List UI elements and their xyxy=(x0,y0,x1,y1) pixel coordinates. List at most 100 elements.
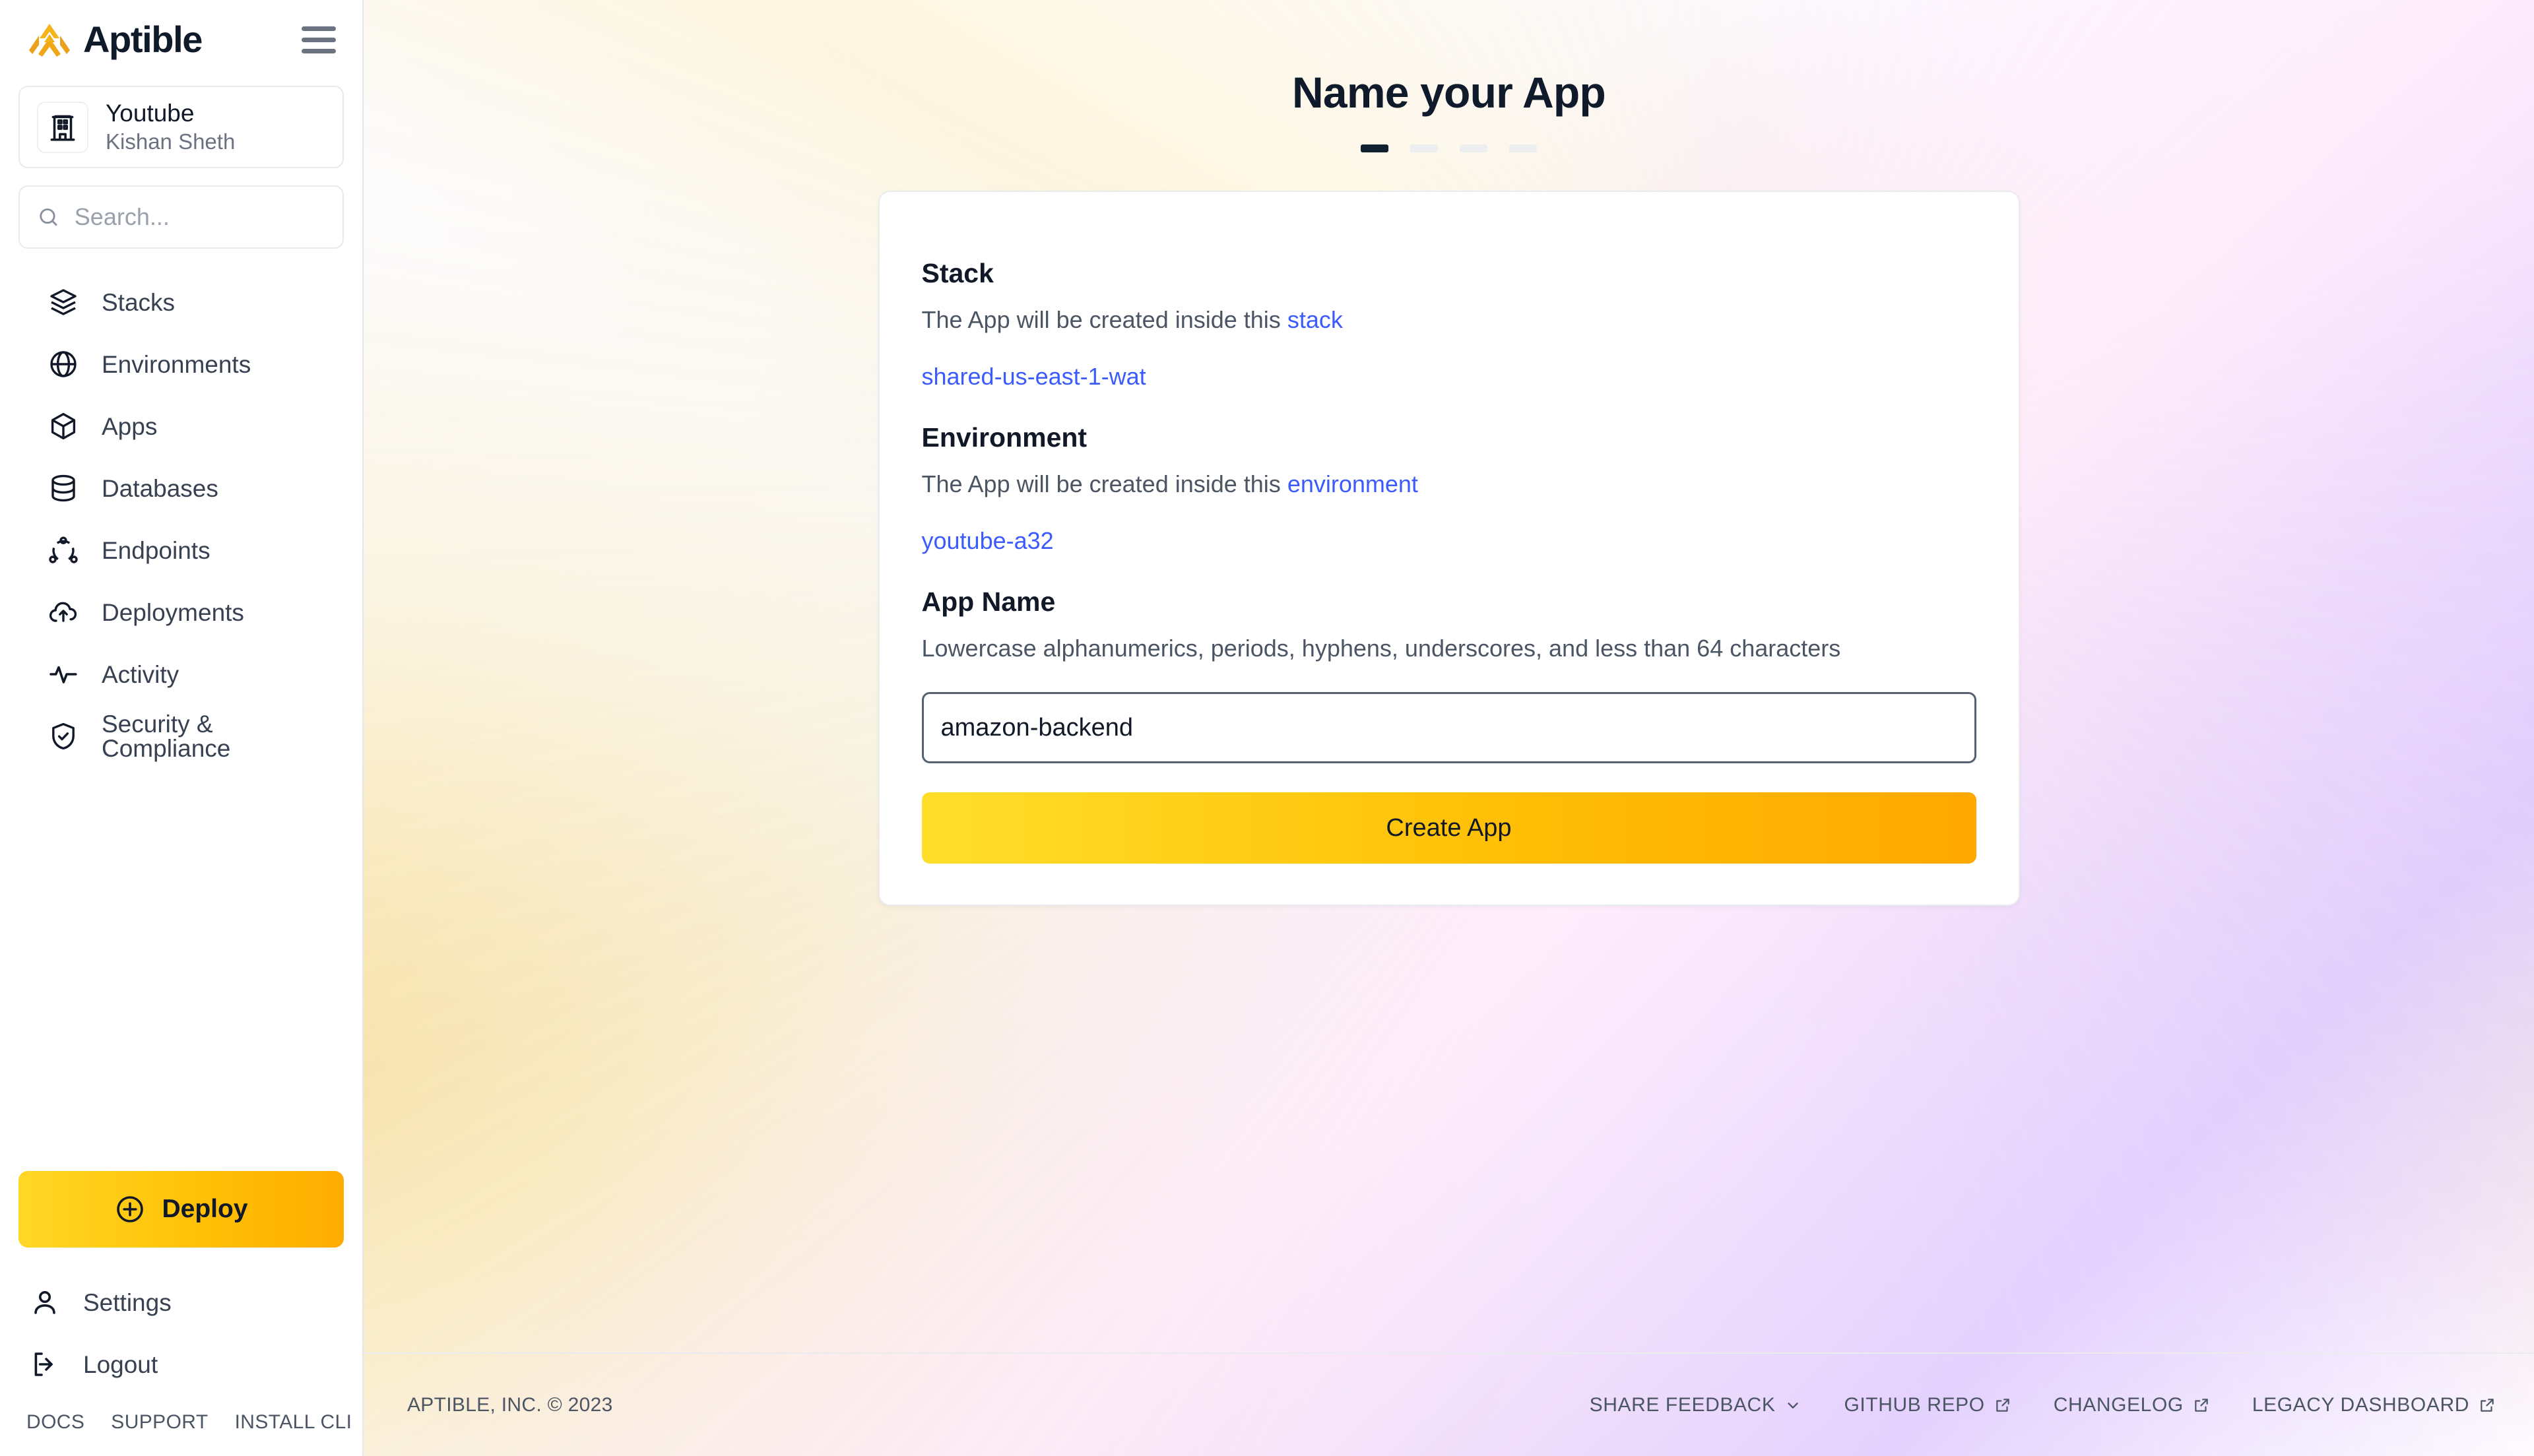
stack-heading: Stack xyxy=(921,257,994,288)
plus-circle-icon xyxy=(117,1196,144,1222)
environment-section: Environment The App will be created insi… xyxy=(922,422,1976,555)
org-user: Kishan Sheth xyxy=(106,129,236,154)
sidebar-nav: Stacks Environments Apps Databases Endpo… xyxy=(18,271,344,767)
stack-section: Stack The App will be created inside thi… xyxy=(922,258,1976,391)
layers-icon xyxy=(45,284,82,321)
docs-link[interactable]: DOCS xyxy=(26,1411,84,1434)
sidebar-item-label: Security & Compliance xyxy=(102,711,231,762)
search-box[interactable] xyxy=(18,185,344,249)
support-link[interactable]: SUPPORT xyxy=(111,1411,208,1434)
footer: APTIBLE, INC. © 2023 SHARE FEEDBACK GITH… xyxy=(364,1352,2534,1456)
sidebar-item-label: Environments xyxy=(102,350,251,378)
environment-heading: Environment xyxy=(921,422,1088,453)
org-selector[interactable]: Youtube Kishan Sheth xyxy=(18,86,344,168)
wizard-step-4 xyxy=(1509,144,1537,152)
hamburger-bar xyxy=(302,26,336,31)
sidebar-item-apps[interactable]: Apps xyxy=(18,395,344,457)
sidebar-bottom-links: Settings Logout xyxy=(18,1271,344,1395)
aptible-chevron-logo-icon xyxy=(29,24,70,57)
building-icon xyxy=(37,101,88,153)
sidebar-top: Aptible Youtube Kishan Sheth Search... S… xyxy=(0,0,362,767)
main-content: Name your App Stack The App will be crea… xyxy=(364,0,2534,1352)
app-root: Aptible Youtube Kishan Sheth Search... S… xyxy=(0,0,2534,1456)
install-cli-link[interactable]: INSTALL CLI xyxy=(235,1411,352,1434)
org-text: Youtube Kishan Sheth xyxy=(106,99,236,154)
copyright-text: APTIBLE, INC. © 2023 xyxy=(407,1393,613,1416)
create-app-card: Stack The App will be created inside thi… xyxy=(878,190,2020,906)
sidebar-item-label: Deployments xyxy=(102,598,244,626)
page-title: Name your App xyxy=(1292,68,1606,117)
main-area: Name your App Stack The App will be crea… xyxy=(364,0,2534,1456)
sidebar-item-label: Logout xyxy=(83,1350,158,1378)
globe-icon xyxy=(45,346,82,383)
changelog-label: CHANGELOG xyxy=(2053,1393,2184,1416)
app-name-hint: Lowercase alphanumerics, periods, hyphen… xyxy=(921,635,1841,662)
stack-value-link[interactable]: shared-us-east-1-wat xyxy=(922,362,1146,391)
user-icon xyxy=(26,1284,63,1321)
github-repo-label: GITHUB REPO xyxy=(1844,1393,1985,1416)
hamburger-icon[interactable] xyxy=(302,24,340,55)
sidebar-item-label: Apps xyxy=(102,412,158,440)
sidebar-header: Aptible xyxy=(18,0,344,79)
cube-icon xyxy=(45,408,82,445)
deploy-button[interactable]: Deploy xyxy=(18,1171,344,1248)
create-app-button[interactable]: Create App xyxy=(921,792,1976,864)
wizard-step-2 xyxy=(1410,144,1438,152)
search-icon xyxy=(40,208,57,226)
hamburger-bar xyxy=(302,37,336,42)
cloud-upload-icon xyxy=(45,594,82,631)
endpoints-icon xyxy=(45,532,82,569)
external-link-icon xyxy=(2481,1398,2494,1412)
sidebar-item-activity[interactable]: Activity xyxy=(18,643,344,705)
legacy-dashboard-link[interactable]: LEGACY DASHBOARD xyxy=(2252,1394,2496,1416)
footer-links: SHARE FEEDBACK GITHUB REPO CHANGELOG LEG… xyxy=(1590,1394,2496,1416)
wizard-progress xyxy=(1361,144,1537,152)
sidebar-item-label: Stacks xyxy=(102,288,176,316)
environment-doc-link[interactable]: environment xyxy=(1287,470,1418,497)
sidebar-item-stacks[interactable]: Stacks xyxy=(18,271,344,333)
share-feedback-label: SHARE FEEDBACK xyxy=(1589,1393,1776,1416)
stack-description-text: The App will be created inside this xyxy=(921,305,1287,333)
deploy-button-label: Deploy xyxy=(162,1195,248,1223)
environment-description: The App will be created inside this envi… xyxy=(922,469,1976,499)
brand[interactable]: Aptible xyxy=(25,18,203,60)
hamburger-bar xyxy=(302,48,336,53)
sidebar-item-endpoints[interactable]: Endpoints xyxy=(18,519,344,581)
environment-description-text: The App will be created inside this xyxy=(921,470,1287,498)
brand-wordmark: Aptible xyxy=(83,18,203,60)
sidebar-item-deployments[interactable]: Deployments xyxy=(18,581,344,643)
database-icon xyxy=(45,470,82,507)
search-input[interactable] xyxy=(74,203,325,231)
activity-pulse-icon xyxy=(45,656,82,693)
shield-check-icon xyxy=(45,718,82,755)
sidebar-mini-links: DOCS SUPPORT INSTALL CLI xyxy=(18,1411,352,1434)
share-feedback-link[interactable]: SHARE FEEDBACK xyxy=(1590,1394,1802,1416)
sidebar-item-label: Activity xyxy=(102,660,179,688)
logout-arrow-icon xyxy=(26,1346,63,1383)
sidebar-bottom: Deploy Settings Logout DOCS SUPPORT INST… xyxy=(0,1171,362,1456)
wizard-step-1 xyxy=(1361,144,1388,152)
stack-description: The App will be created inside this stac… xyxy=(922,305,1976,334)
environment-value-link[interactable]: youtube-a32 xyxy=(922,526,1054,555)
chevron-down-icon xyxy=(1788,1402,1799,1409)
sidebar-item-settings[interactable]: Settings xyxy=(18,1271,344,1333)
legacy-dashboard-label: LEGACY DASHBOARD xyxy=(2252,1393,2469,1416)
org-name: Youtube xyxy=(106,99,195,127)
sidebar-item-security-compliance[interactable]: Security & Compliance xyxy=(18,705,344,767)
sidebar-item-environments[interactable]: Environments xyxy=(18,333,344,395)
github-repo-link[interactable]: GITHUB REPO xyxy=(1844,1394,2011,1416)
sidebar-item-label: Endpoints xyxy=(102,536,211,564)
sidebar-item-logout[interactable]: Logout xyxy=(18,1333,344,1395)
sidebar-item-label: Settings xyxy=(83,1288,172,1316)
sidebar-item-label: Databases xyxy=(102,474,218,502)
external-link-icon xyxy=(2195,1398,2208,1412)
sidebar: Aptible Youtube Kishan Sheth Search... S… xyxy=(0,0,364,1456)
sidebar-item-databases[interactable]: Databases xyxy=(18,457,344,519)
app-name-input[interactable] xyxy=(921,692,1976,764)
stack-doc-link[interactable]: stack xyxy=(1287,306,1343,333)
app-name-heading: App Name xyxy=(921,586,1056,617)
wizard-step-3 xyxy=(1460,144,1487,152)
app-name-section: App Name Lowercase alphanumerics, period… xyxy=(921,586,1976,864)
changelog-link[interactable]: CHANGELOG xyxy=(2054,1394,2210,1416)
